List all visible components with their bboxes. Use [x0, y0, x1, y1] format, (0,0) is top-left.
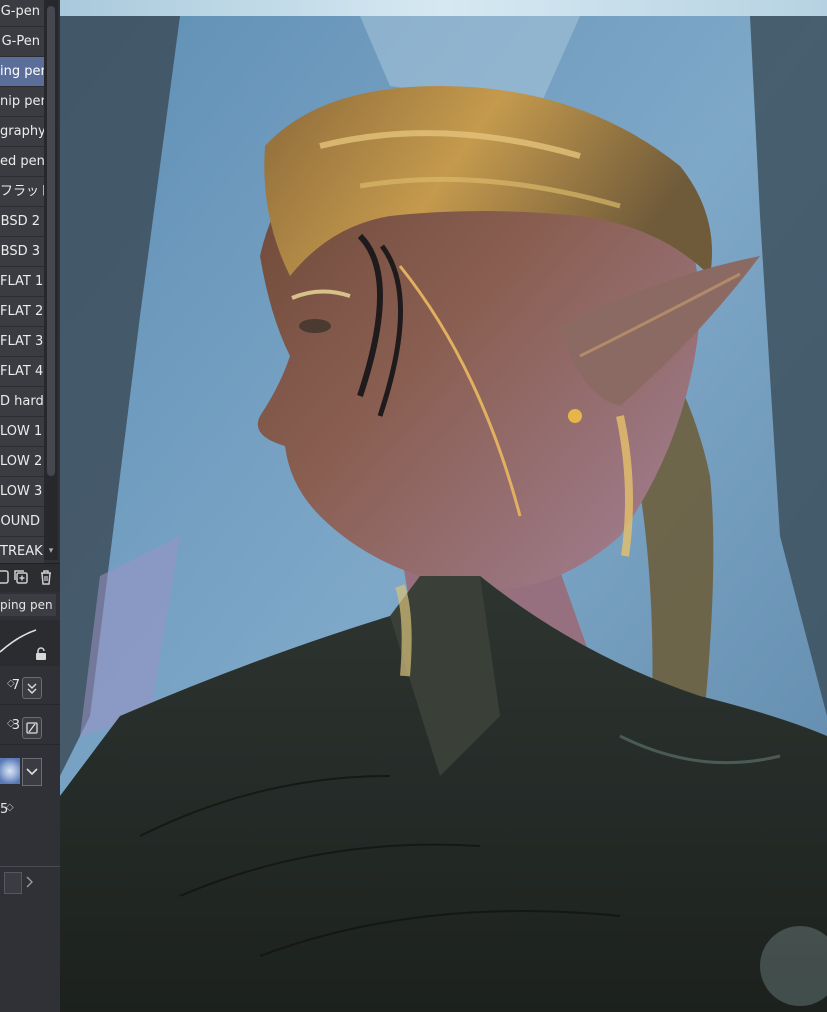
brush-item[interactable]: FLAT 3 — [0, 327, 44, 357]
chevron-right-icon[interactable] — [24, 874, 36, 890]
brush-item[interactable]: D hard — [0, 387, 44, 417]
trash-icon[interactable] — [37, 568, 55, 586]
chevron-down-icon — [26, 768, 38, 776]
canvas-artwork[interactable] — [60, 16, 827, 1012]
brush-item[interactable]: nip pen — [0, 87, 49, 117]
scrollbar-thumb[interactable] — [47, 6, 55, 476]
brush-item[interactable]: ing pen — [0, 57, 49, 87]
lock-icon[interactable] — [33, 646, 49, 662]
brush-item[interactable]: FLAT 1 — [0, 267, 44, 297]
preset-slot[interactable] — [4, 872, 22, 894]
canvas-area[interactable] — [60, 0, 827, 1012]
brush-actions-bar — [0, 563, 60, 592]
tool-panel: G-pen G-Pen ing pen nip pen graphy ed pen フラット… — [0, 0, 60, 1012]
brush-item[interactable]: ed pen — [0, 147, 45, 177]
earring — [568, 409, 582, 423]
brush-item[interactable]: FLAT 2 — [0, 297, 44, 327]
brush-item[interactable]: OUND — [0, 507, 44, 537]
stroke-preview-curve — [0, 629, 37, 653]
brush-item[interactable]: BSD 3 — [0, 237, 44, 267]
brush-item[interactable]: FLAT 4 — [0, 357, 44, 387]
canvas-top-edge — [60, 0, 827, 16]
spinner-arrows-icon[interactable]: ◇ — [6, 802, 14, 813]
spinner-arrows-icon[interactable]: ◇ — [7, 718, 15, 729]
slash-box-icon — [26, 722, 38, 734]
brush-item[interactable]: LOW 3 — [0, 477, 44, 507]
opacity-settings-button[interactable] — [22, 717, 42, 739]
duplicate-icon[interactable] — [12, 568, 30, 586]
stroke-preview — [0, 620, 60, 666]
density-row: 5 ◇ — [0, 796, 60, 828]
brush-item[interactable]: LOW 2 — [0, 447, 44, 477]
brush-list: G-pen G-Pen ing pen nip pen graphy ed pen フラット… — [0, 0, 52, 567]
color-dropdown-button[interactable] — [22, 758, 42, 786]
brush-list-scrollbar[interactable]: ▾ — [44, 0, 58, 560]
scroll-down-arrow-icon[interactable]: ▾ — [45, 546, 57, 558]
panel-bottom-row — [0, 866, 60, 897]
settings-icon[interactable] — [0, 568, 12, 586]
brush-item[interactable]: G-pen — [0, 0, 44, 27]
opacity-row: 3 ◇ — [0, 712, 60, 745]
tool-name-tab[interactable]: ping pen — [0, 594, 56, 616]
spinner-arrows-icon[interactable]: ◇ — [7, 678, 15, 689]
brush-item[interactable]: BSD 2 — [0, 207, 44, 237]
brush-item[interactable]: LOW 1 — [0, 417, 44, 447]
brush-item[interactable]: G-Pen — [0, 27, 44, 57]
brush-color-swatch[interactable] — [0, 758, 20, 784]
eye — [299, 319, 331, 333]
brush-item[interactable]: フラット — [0, 177, 52, 207]
brush-size-row: 7 ◇ — [0, 672, 60, 705]
pressure-button[interactable] — [22, 677, 42, 699]
pressure-icon — [27, 683, 37, 694]
brush-item[interactable]: graphy — [0, 117, 46, 147]
